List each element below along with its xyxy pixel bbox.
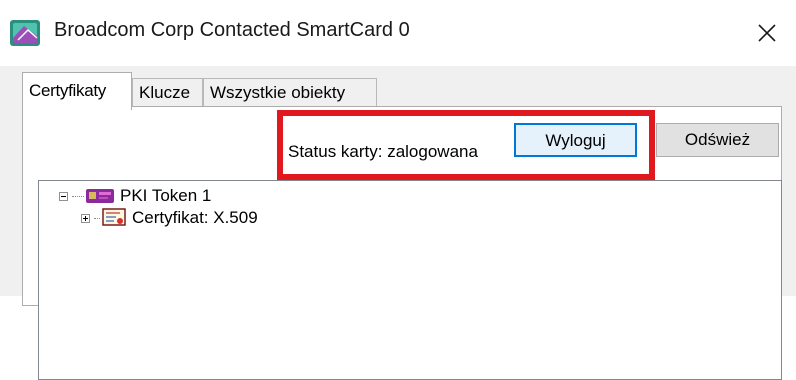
tree-item-pki-token[interactable]: PKI Token 1 xyxy=(59,185,211,207)
smartcard-token-icon xyxy=(86,189,114,203)
tree-item-label: PKI Token 1 xyxy=(120,186,212,205)
object-tree[interactable]: PKI Token 1 Certyfikat: X.509 xyxy=(38,180,782,380)
tree-connector xyxy=(72,195,84,197)
collapse-icon[interactable] xyxy=(59,191,68,201)
dialog-client-area: Certyfikaty Klucze Wszystkie obiekty Sta… xyxy=(0,66,796,380)
refresh-button[interactable]: Odśwież xyxy=(656,123,779,157)
tab-all-objects[interactable]: Wszystkie obiekty xyxy=(203,78,377,106)
window-title: Broadcom Corp Contacted SmartCard 0 xyxy=(54,19,410,41)
tree-item-label: Certyfikat: X.509 xyxy=(132,208,258,227)
close-icon xyxy=(758,24,776,42)
certificate-icon xyxy=(102,208,126,226)
title-bar: Broadcom Corp Contacted SmartCard 0 xyxy=(0,0,796,66)
status-highlight-frame xyxy=(277,110,655,180)
tab-keys[interactable]: Klucze xyxy=(132,78,203,106)
close-button[interactable] xyxy=(738,0,796,66)
expand-icon[interactable] xyxy=(81,213,90,223)
tab-certificates[interactable]: Certyfikaty xyxy=(22,72,132,110)
tab-strip: Certyfikaty Klucze Wszystkie obiekty xyxy=(22,70,782,110)
app-icon xyxy=(10,20,40,46)
tree-connector xyxy=(94,217,100,219)
tree-item-certificate[interactable]: Certyfikat: X.509 xyxy=(81,207,258,229)
